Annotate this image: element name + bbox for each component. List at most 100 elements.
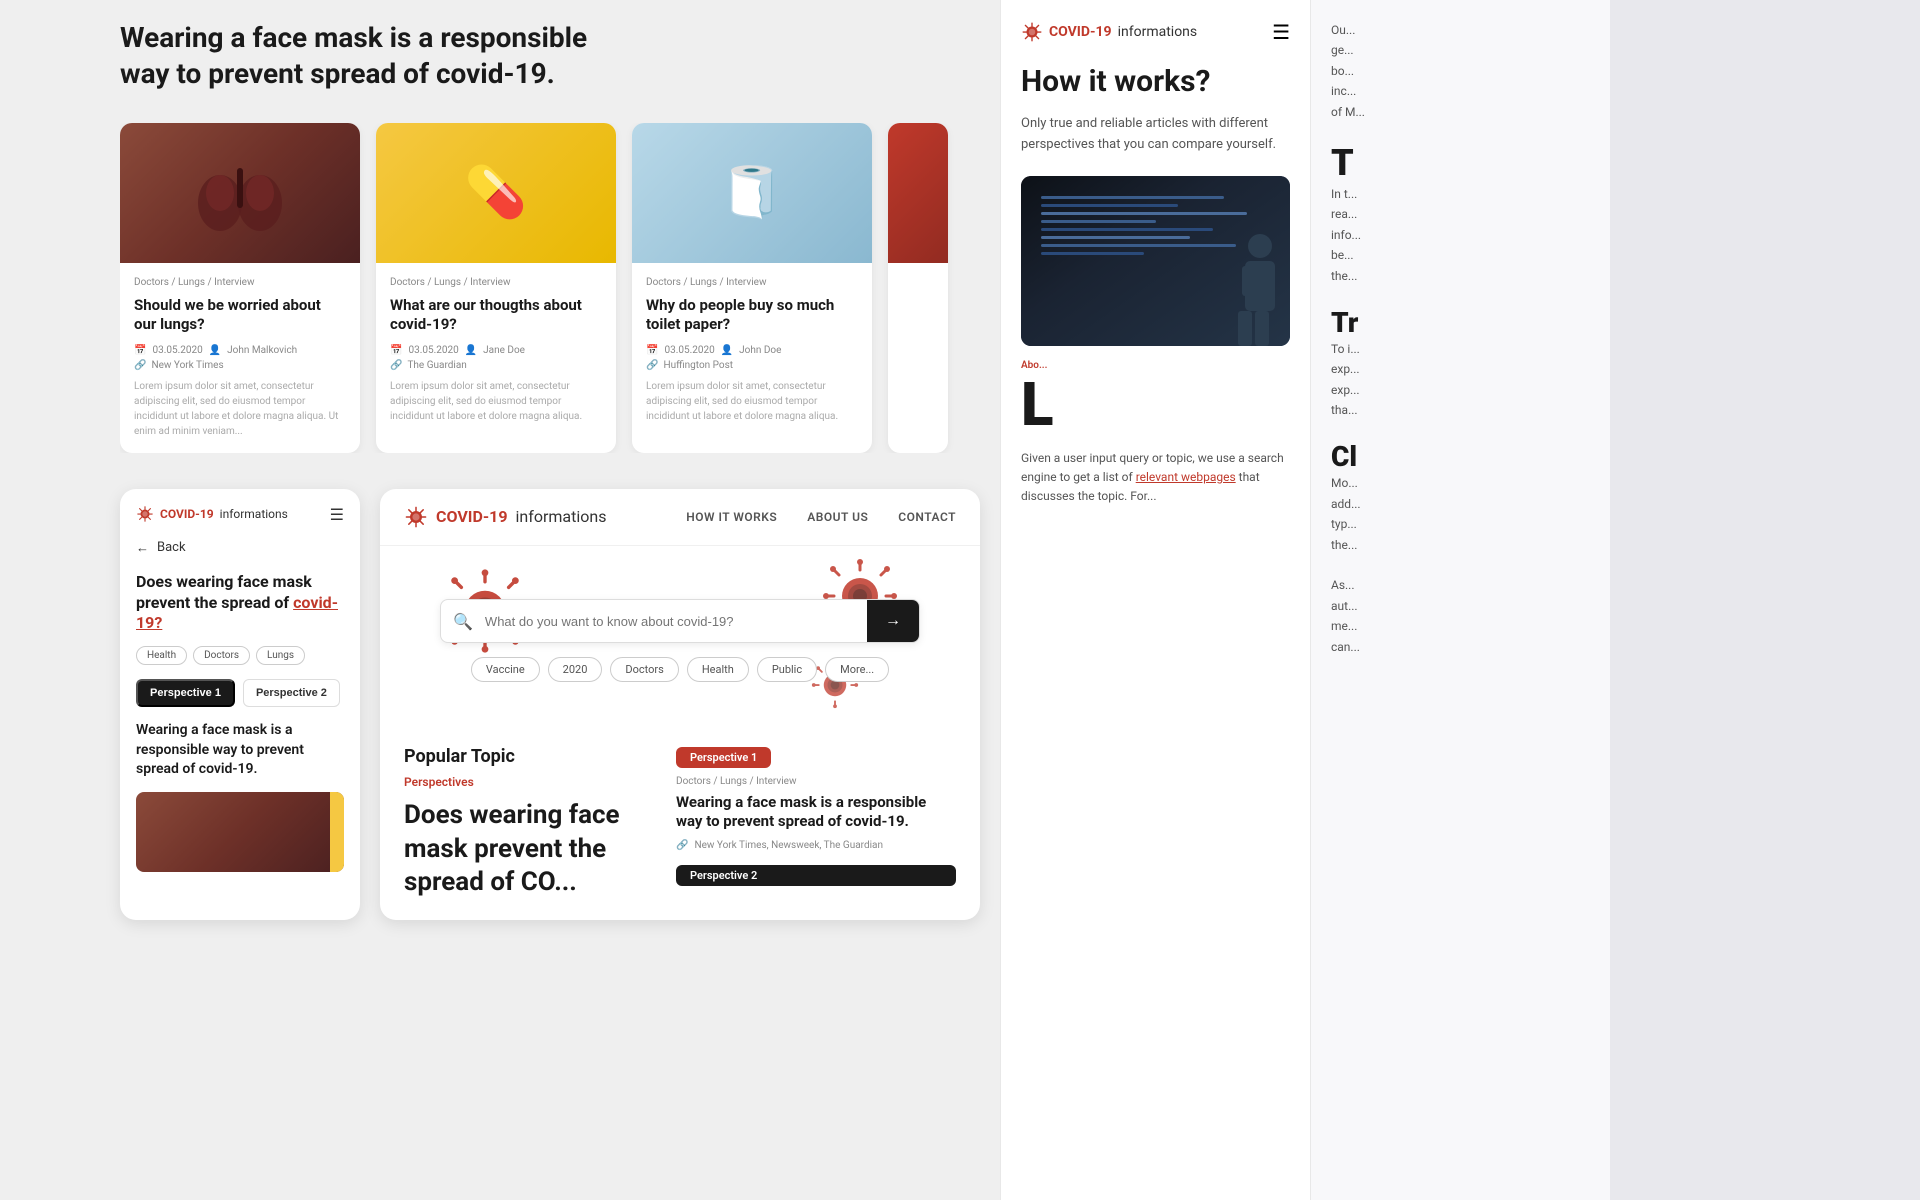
popular-right: Perspective 1 Doctors / Lungs / Intervie… bbox=[676, 746, 956, 900]
mobile-tags: Health Doctors Lungs bbox=[136, 646, 344, 665]
search-tag-more[interactable]: More... bbox=[825, 657, 889, 682]
nav-about-us[interactable]: ABOUT US bbox=[807, 510, 868, 524]
perspective-tab-1[interactable]: Perspective 1 bbox=[136, 679, 235, 707]
how-it-works-desc: Only true and reliable articles with dif… bbox=[1021, 114, 1290, 156]
lungs-illustration bbox=[190, 148, 290, 238]
card-source: 🔗 Huffington Post bbox=[646, 360, 858, 371]
tag-health[interactable]: Health bbox=[136, 646, 187, 665]
mobile-logo: COVID-19 informations bbox=[136, 505, 288, 523]
card-text: Lorem ipsum dolor sit amet, consectetur … bbox=[390, 379, 602, 424]
right-brand-info: informations bbox=[1118, 24, 1198, 40]
back-arrow-icon: ← bbox=[136, 540, 149, 556]
big-letter-L: L bbox=[1021, 375, 1290, 435]
article-card[interactable] bbox=[888, 123, 948, 453]
far-right-text-T: In t...rea...info...be...the... bbox=[1331, 184, 1590, 286]
user-icon: 👤 bbox=[209, 345, 221, 356]
right-virus-logo-icon bbox=[1021, 21, 1043, 43]
tag-doctors[interactable]: Doctors bbox=[193, 646, 250, 665]
brand-covid-sm: COVID-19 bbox=[160, 507, 214, 521]
link-icon: 🔗 bbox=[646, 360, 658, 371]
far-right-big-T: T bbox=[1331, 142, 1590, 184]
search-tag-health[interactable]: Health bbox=[687, 657, 749, 682]
far-right-text-Tr: To i...exp...exp...tha... bbox=[1331, 339, 1590, 421]
card-date-author: 📅 03.05.2020 👤 Jane Doe bbox=[390, 345, 602, 356]
hero-section: 🔍 → Vaccine 2020 Doctors Health Public M… bbox=[380, 546, 980, 726]
perspectives-label: Perspectives bbox=[404, 775, 656, 789]
popular-left: Popular Topic Perspectives Does wearing … bbox=[404, 746, 656, 900]
search-tags: Vaccine 2020 Doctors Health Public More.… bbox=[471, 657, 889, 682]
far-right-section-Cl: Cl Mo...add...typ...the... As...aut...me… bbox=[1331, 440, 1590, 657]
hamburger-right-icon[interactable]: ☰ bbox=[1272, 20, 1290, 44]
card-text: Lorem ipsum dolor sit amet, consectetur … bbox=[646, 379, 858, 424]
user-icon: 👤 bbox=[465, 345, 477, 356]
card-text: Lorem ipsum dolor sit amet, consectetur … bbox=[134, 379, 346, 439]
card-image-lungs bbox=[120, 123, 360, 263]
search-submit-button[interactable]: → bbox=[867, 600, 919, 642]
coder-image bbox=[1021, 176, 1290, 346]
main-headline: Wearing a face mask is a responsible way… bbox=[120, 20, 620, 93]
card-date-author: 📅 03.05.2020 👤 John Malkovich bbox=[134, 345, 346, 356]
card-image-pills: 💊 bbox=[376, 123, 616, 263]
far-right-big-Tr: Tr bbox=[1331, 306, 1590, 339]
search-tag-doctors[interactable]: Doctors bbox=[610, 657, 678, 682]
cards-row: Doctors / Lungs / Interview Should we be… bbox=[120, 123, 980, 453]
website-virus-logo-icon bbox=[404, 505, 428, 529]
card-category: Doctors / Lungs / Interview bbox=[390, 277, 602, 288]
search-input[interactable] bbox=[485, 602, 867, 641]
virus-logo-icon bbox=[136, 505, 154, 523]
card-title: Should we be worried about our lungs? bbox=[134, 296, 346, 335]
right-logo: COVID-19 informations bbox=[1021, 21, 1197, 43]
nav-contact[interactable]: CONTACT bbox=[898, 510, 956, 524]
card-title: What are our thougths about covid-19? bbox=[390, 296, 602, 335]
popular-section: Popular Topic Perspectives Does wearing … bbox=[380, 726, 980, 920]
far-right-panel: Ou...ge...bo...inc...of M... T In t...re… bbox=[1310, 0, 1610, 1200]
far-right-section-Tr: Tr To i...exp...exp...tha... bbox=[1331, 306, 1590, 421]
perspective2-badge[interactable]: Perspective 2 bbox=[676, 865, 956, 886]
popular-topic-title: Popular Topic bbox=[404, 746, 656, 767]
mobile-panel: COVID-19 informations ☰ ← Back Does wear… bbox=[120, 489, 360, 920]
article-card[interactable]: 🧻 Doctors / Lungs / Interview Why do peo… bbox=[632, 123, 872, 453]
calendar-icon: 📅 bbox=[134, 345, 146, 356]
right-panel-header: COVID-19 informations ☰ bbox=[1021, 20, 1290, 44]
article-title-main: Wearing a face mask is a responsible way… bbox=[676, 793, 956, 832]
search-tag-public[interactable]: Public bbox=[757, 657, 817, 682]
search-icon: 🔍 bbox=[441, 612, 485, 631]
about-section: Abo... L Given a user input query or top… bbox=[1021, 360, 1290, 507]
link-icon: 🔗 bbox=[134, 360, 146, 371]
brand-info-sm: informations bbox=[220, 507, 288, 521]
user-icon: 👤 bbox=[721, 345, 733, 356]
card-source: 🔗 New York Times bbox=[134, 360, 346, 371]
mobile-header: COVID-19 informations ☰ bbox=[136, 505, 344, 524]
card-date-author: 📅 03.05.2020 👤 John Doe bbox=[646, 345, 858, 356]
calendar-icon: 📅 bbox=[646, 345, 658, 356]
popular-question: Does wearing face mask prevent the sprea… bbox=[404, 799, 656, 900]
search-container: 🔍 → Vaccine 2020 Doctors Health Public M… bbox=[440, 599, 920, 682]
about-label: Abo... bbox=[1021, 360, 1290, 371]
perspective-tab-2[interactable]: Perspective 2 bbox=[243, 679, 340, 707]
right-brand-covid: COVID-19 bbox=[1049, 24, 1112, 40]
website-nav: COVID-19 informations HOW IT WORKS ABOUT… bbox=[380, 489, 980, 546]
tag-lungs[interactable]: Lungs bbox=[256, 646, 305, 665]
far-right-big-Cl: Cl bbox=[1331, 440, 1590, 473]
link-icon: 🔗 bbox=[390, 360, 402, 371]
card-image-red bbox=[888, 123, 948, 263]
card-image-toilet: 🧻 bbox=[632, 123, 872, 263]
nav-how-it-works[interactable]: HOW IT WORKS bbox=[686, 510, 777, 524]
search-tag-2020[interactable]: 2020 bbox=[548, 657, 603, 682]
article-card[interactable]: Doctors / Lungs / Interview Should we be… bbox=[120, 123, 360, 453]
search-bar: 🔍 → bbox=[440, 599, 920, 643]
mobile-question: Does wearing face mask prevent the sprea… bbox=[136, 572, 344, 634]
far-right-text-intro: Ou...ge...bo...inc...of M... bbox=[1331, 20, 1590, 122]
hamburger-menu-icon[interactable]: ☰ bbox=[330, 505, 344, 524]
card-category: Doctors / Lungs / Interview bbox=[646, 277, 858, 288]
person-silhouette bbox=[1200, 226, 1280, 346]
website-brand-covid: COVID-19 bbox=[436, 507, 508, 526]
right-body-text: Given a user input query or topic, we us… bbox=[1021, 449, 1290, 507]
article-card[interactable]: 💊 Doctors / Lungs / Interview What are o… bbox=[376, 123, 616, 453]
card-title: Why do people buy so much toilet paper? bbox=[646, 296, 858, 335]
far-right-section-T: T In t...rea...info...be...the... bbox=[1331, 142, 1590, 286]
perspective1-badge[interactable]: Perspective 1 bbox=[676, 747, 771, 768]
search-tag-vaccine[interactable]: Vaccine bbox=[471, 657, 540, 682]
back-button[interactable]: ← Back bbox=[136, 540, 344, 556]
card-category: Doctors / Lungs / Interview bbox=[134, 277, 346, 288]
